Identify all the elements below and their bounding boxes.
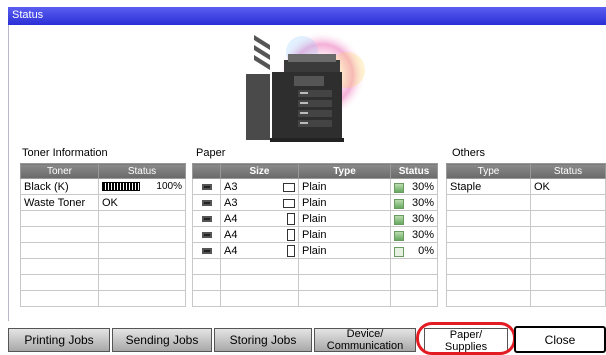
paper-level-icon: [394, 214, 404, 225]
landscape-sheet-icon: [283, 182, 295, 192]
status-column-header: Status: [390, 163, 438, 179]
toner-percent: 100%: [156, 180, 182, 192]
portrait-sheet-icon: [287, 228, 295, 241]
others-title: Others: [452, 147, 486, 159]
paper-size: A3: [224, 196, 238, 209]
table-row[interactable]: A4 Plain 0%: [192, 242, 438, 259]
type-column-header: Type: [298, 163, 391, 179]
window-title: Status: [12, 9, 44, 21]
toner-status: OK: [98, 194, 186, 211]
portrait-sheet-icon: [287, 244, 295, 257]
paper-table: Size Type Status A3 Plain 30% A3 Plain 3…: [192, 163, 438, 307]
paper-size: A4: [224, 212, 238, 225]
paper-type: Plain: [298, 210, 391, 227]
paper-size: A4: [224, 228, 238, 241]
table-row[interactable]: A3 Plain 30%: [192, 178, 438, 195]
cassette-icon: [201, 183, 212, 190]
paper-level-icon: [394, 198, 404, 209]
table-row[interactable]: A4 Plain 30%: [192, 226, 438, 243]
window-title-bar: Status: [8, 7, 606, 25]
paper-status: 30%: [411, 180, 434, 193]
table-row[interactable]: A3 Plain 30%: [192, 194, 438, 211]
toner-info-title: Toner Information: [22, 147, 108, 159]
printer-illustration: [246, 31, 366, 142]
portrait-sheet-icon: [287, 212, 295, 225]
cassette-icon: [201, 199, 212, 206]
bypass-tray-icon: [201, 247, 212, 254]
others-table: Type Status Staple OK: [446, 163, 606, 307]
cassette-icon: [201, 215, 212, 222]
paper-status: 30%: [411, 196, 434, 209]
paper-type: Plain: [298, 242, 391, 259]
table-row[interactable]: Black (K) 100%: [20, 178, 186, 195]
table-row[interactable]: Staple OK: [446, 178, 606, 195]
paper-title: Paper: [196, 147, 226, 159]
toner-table: Toner Status Black (K) 100% Waste Toner …: [20, 163, 186, 307]
tab-sending-jobs[interactable]: Sending Jobs: [112, 328, 212, 352]
cassette-icon: [201, 231, 212, 238]
tab-device-communication[interactable]: Device/ Communication: [314, 328, 416, 352]
status-tab-bar: Printing Jobs Sending Jobs Storing Jobs …: [8, 322, 606, 355]
toner-level-bar: [102, 182, 140, 192]
others-type: Staple: [446, 178, 531, 195]
paper-size: A4: [224, 244, 238, 257]
paper-type: Plain: [298, 178, 391, 195]
others-status-column-header: Status: [530, 163, 606, 179]
table-row[interactable]: Waste Toner OK: [20, 194, 186, 211]
toner-column-header: Toner: [20, 163, 99, 179]
landscape-sheet-icon: [283, 198, 295, 208]
size-column-header: Size: [220, 163, 299, 179]
tab-printing-jobs[interactable]: Printing Jobs: [8, 328, 110, 352]
toner-name: Waste Toner: [20, 194, 99, 211]
toner-status-column-header: Status: [98, 163, 186, 179]
paper-type: Plain: [298, 226, 391, 243]
toner-name: Black (K): [20, 178, 99, 195]
paper-level-icon: [394, 230, 404, 241]
paper-status: 0%: [418, 244, 434, 257]
close-button[interactable]: Close: [514, 326, 606, 353]
paper-type: Plain: [298, 194, 391, 211]
others-status: OK: [530, 178, 606, 195]
paper-level-icon: [394, 182, 404, 193]
others-type-column-header: Type: [446, 163, 531, 179]
tab-storing-jobs[interactable]: Storing Jobs: [214, 328, 312, 352]
table-row[interactable]: A4 Plain 30%: [192, 210, 438, 227]
paper-status: 30%: [411, 212, 434, 225]
paper-size: A3: [224, 180, 238, 193]
selected-tab-highlight: [416, 322, 516, 355]
paper-status: 30%: [411, 228, 434, 241]
paper-level-icon: [394, 246, 404, 257]
